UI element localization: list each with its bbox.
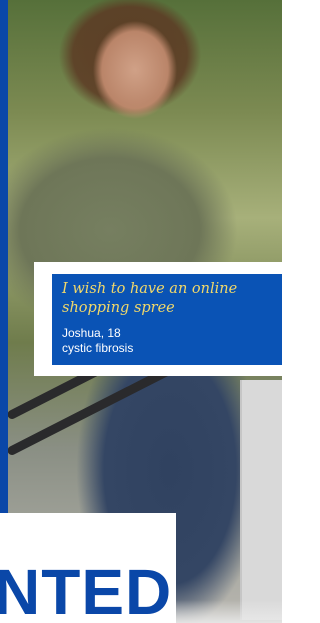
quote-panel: I wish to have an online shopping spree … [52, 274, 282, 365]
quote-card: I wish to have an online shopping spree … [34, 262, 282, 376]
wish-quote: I wish to have an online shopping spree [62, 281, 238, 316]
photo-fade [176, 600, 282, 623]
person-name: Joshua, 18 [62, 326, 121, 340]
headline-text: NTED [0, 560, 173, 623]
brand-accent-bar [0, 0, 8, 513]
stair-step [240, 380, 282, 620]
page: I wish to have an online shopping spree … [0, 0, 282, 623]
person-condition: cystic fibrosis [62, 341, 134, 355]
